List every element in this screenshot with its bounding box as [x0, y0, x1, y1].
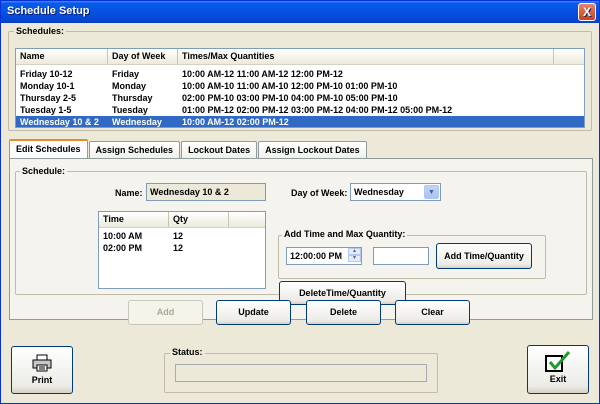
- client-area: Schedules: Name Day of Week Times/Max Qu…: [4, 24, 596, 402]
- spin-down-icon[interactable]: ▼: [348, 255, 361, 262]
- schedule-name: Tuesday 1-5: [20, 105, 72, 115]
- schedule-name: Friday 10-12: [20, 69, 73, 79]
- schedule-row[interactable]: Thursday 2-5 Thursday 02:00 PM-10 03:00 …: [16, 92, 584, 104]
- close-button[interactable]: X: [578, 3, 596, 21]
- schedule-times: 10:00 AM-12 02:00 PM-12: [182, 117, 289, 127]
- schedule-day: Thursday: [112, 93, 153, 103]
- name-field[interactable]: Wednesday 10 & 2: [146, 183, 266, 201]
- status-field: [175, 364, 427, 382]
- column-header-qty[interactable]: Qty: [169, 212, 229, 227]
- times-list[interactable]: Time Qty 10:00 AM 12 02:00 PM 12: [98, 211, 266, 289]
- tab-strip: Edit Schedules Assign Schedules Lockout …: [9, 139, 368, 159]
- printer-icon: [32, 354, 52, 372]
- status-label: Status:: [170, 347, 205, 357]
- spin-up-icon[interactable]: ▲: [348, 248, 361, 255]
- schedule-name: Thursday 2-5: [20, 93, 77, 103]
- time-spinner[interactable]: ▲ ▼: [348, 248, 361, 262]
- name-label: Name:: [115, 188, 143, 198]
- schedule-row[interactable]: Monday 10-1 Monday 10:00 AM-10 11:00 AM-…: [16, 80, 584, 92]
- time-row[interactable]: 02:00 PM 12: [99, 242, 265, 254]
- column-header-time[interactable]: Time: [99, 212, 169, 227]
- clear-button[interactable]: Clear: [395, 300, 470, 325]
- day-of-week-select[interactable]: Wednesday ▼: [350, 183, 441, 201]
- day-of-week-value: Wednesday: [354, 187, 404, 197]
- add-time-quantity-button[interactable]: Add Time/Quantity: [436, 243, 532, 269]
- update-button[interactable]: Update: [216, 300, 291, 325]
- schedule-row[interactable]: Tuesday 1-5 Tuesday 01:00 PM-12 02:00 PM…: [16, 104, 584, 116]
- time-row[interactable]: 10:00 AM 12: [99, 230, 265, 242]
- day-of-week-label: Day of Week:: [291, 188, 348, 198]
- schedule-times: 02:00 PM-10 03:00 PM-10 04:00 PM-10 05:0…: [182, 93, 398, 103]
- time-value: 10:00 AM: [103, 231, 143, 241]
- quantity-input[interactable]: [373, 247, 429, 265]
- schedule-day: Friday: [112, 69, 140, 79]
- qty-value: 12: [173, 231, 184, 241]
- checkmark-icon: [545, 351, 571, 372]
- tab-assign-lockout-dates[interactable]: Assign Lockout Dates: [258, 141, 367, 159]
- schedule-row-selected[interactable]: Wednesday 10 & 2 Wednesday 10:00 AM-12 0…: [16, 116, 584, 127]
- tab-lockout-dates[interactable]: Lockout Dates: [181, 141, 258, 159]
- schedule-day: Tuesday: [112, 105, 148, 115]
- tab-edit-schedules[interactable]: Edit Schedules: [9, 139, 88, 159]
- schedule-setup-window: Schedule Setup X Schedules: Name Day of …: [0, 0, 600, 404]
- add-button[interactable]: Add: [128, 300, 203, 325]
- column-header-times[interactable]: Times/Max Quantities: [178, 49, 554, 64]
- schedule-times: 10:00 AM-12 11:00 AM-12 12:00 PM-12: [182, 69, 343, 79]
- title-bar: Schedule Setup X: [1, 1, 599, 23]
- schedules-label: Schedules:: [14, 26, 67, 36]
- schedule-day: Monday: [112, 81, 147, 91]
- column-header-filler: [554, 49, 584, 64]
- column-header-day[interactable]: Day of Week: [108, 49, 178, 64]
- column-header-name[interactable]: Name: [16, 49, 108, 64]
- tab-assign-schedules[interactable]: Assign Schedules: [88, 141, 181, 159]
- schedule-name: Monday 10-1: [20, 81, 75, 91]
- add-time-label: Add Time and Max Quantity:: [282, 229, 408, 239]
- schedules-list[interactable]: Name Day of Week Times/Max Quantities Fr…: [15, 48, 585, 128]
- exit-button[interactable]: Exit: [527, 345, 589, 394]
- schedule-row[interactable]: Friday 10-12 Friday 10:00 AM-12 11:00 AM…: [16, 68, 584, 80]
- schedule-day: Wednesday: [112, 117, 162, 127]
- exit-label: Exit: [549, 374, 567, 384]
- qty-value: 12: [173, 243, 184, 253]
- delete-button[interactable]: Delete: [306, 300, 381, 325]
- schedule-label: Schedule:: [20, 166, 68, 176]
- times-list-header: Time Qty: [99, 212, 265, 228]
- print-label: Print: [31, 375, 53, 385]
- schedule-times: 10:00 AM-10 11:00 AM-10 12:00 PM-10 01:0…: [182, 81, 398, 91]
- schedule-times: 01:00 PM-12 02:00 PM-12 03:00 PM-12 04:0…: [182, 105, 453, 115]
- time-value: 02:00 PM: [103, 243, 143, 253]
- print-button[interactable]: Print: [11, 346, 73, 394]
- column-header-filler: [229, 212, 265, 227]
- edit-schedules-panel: Schedule: Name: Wednesday 10 & 2 Day of …: [9, 158, 593, 320]
- schedule-name: Wednesday 10 & 2: [20, 117, 99, 127]
- schedules-list-header: Name Day of Week Times/Max Quantities: [16, 49, 584, 65]
- window-title: Schedule Setup: [7, 5, 90, 17]
- close-icon: X: [582, 5, 591, 19]
- chevron-down-icon[interactable]: ▼: [424, 185, 439, 199]
